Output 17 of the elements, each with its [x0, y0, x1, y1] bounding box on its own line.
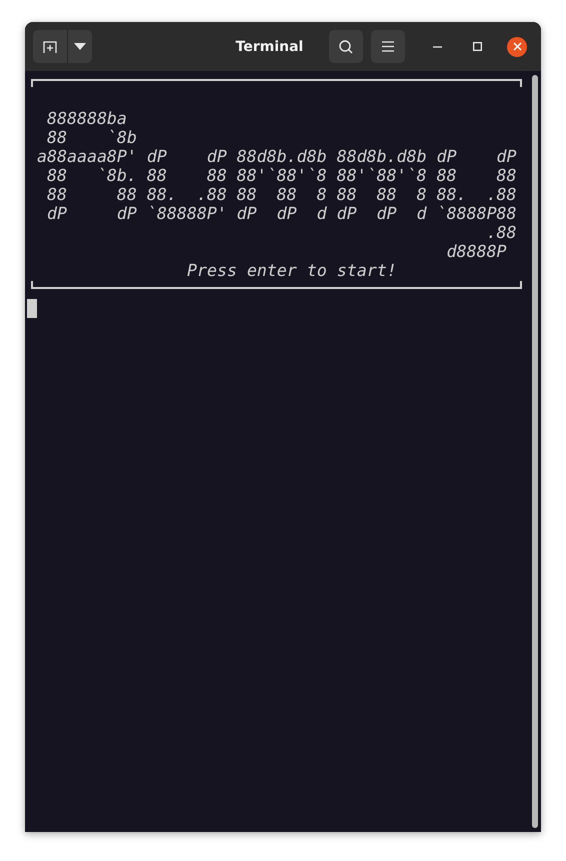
- minimize-icon: [432, 46, 442, 48]
- close-icon: [512, 42, 522, 51]
- search-button[interactable]: [329, 30, 363, 63]
- menu-button[interactable]: [371, 30, 405, 63]
- scrollbar-thumb[interactable]: [532, 75, 538, 828]
- caret-icon: [74, 43, 86, 50]
- ascii-art-text: 888888ba 88 `8b a88aaaa8P' dP dP 88d8b.d8b 88d8b.d8b dP dP 88 `8b. 88 88 88'`88'`8 88'`88'`8 88 88 88 88 88. .88 88 88 8 88 88 8 88. .88 dP dP `88888P' dP dP d dP dP d `8888P88 .88 d8888P: [36, 109, 517, 261]
- menu-icon: [382, 41, 394, 52]
- close-button[interactable]: [507, 36, 527, 56]
- new-tab-button[interactable]: [33, 30, 67, 63]
- dropdown-button[interactable]: [67, 30, 92, 63]
- new-tab-icon: [42, 40, 58, 54]
- search-icon: [338, 38, 354, 54]
- start-prompt: Press enter to start!: [186, 261, 397, 280]
- maximize-icon: [472, 42, 482, 51]
- window-title: Terminal: [234, 38, 304, 54]
- text-cursor: [27, 299, 37, 318]
